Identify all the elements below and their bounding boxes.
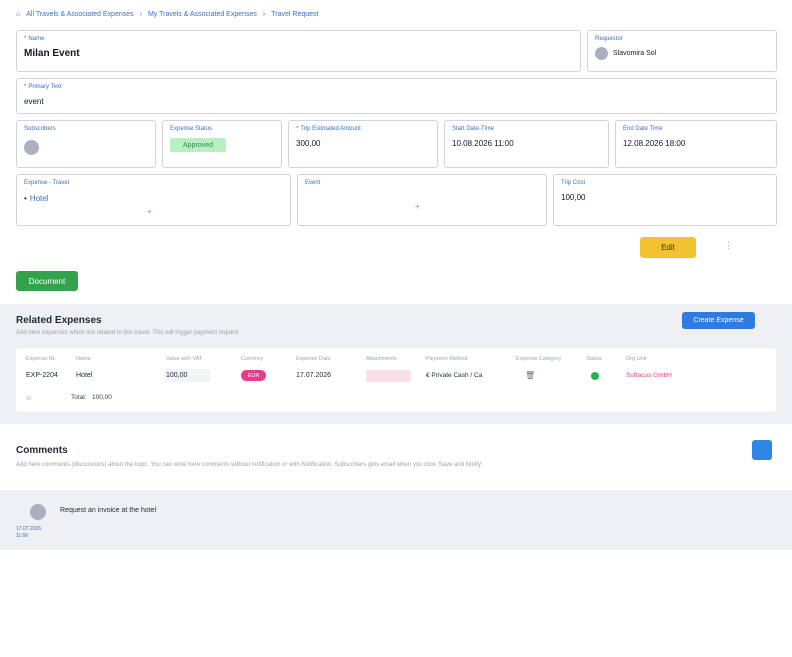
cell-expense-date: 17.07.2026 <box>296 372 332 379</box>
trip-cost-value: 100,00 <box>561 193 586 202</box>
requestor-label: Requestor <box>595 36 623 42</box>
home-icon[interactable]: ⌂ <box>16 11 20 18</box>
comment-time: 11:06 <box>16 533 29 539</box>
related-expenses-subtitle: Add here expenses which are related to t… <box>16 330 239 336</box>
cell-payment-method: € Private Cash / Ca <box>426 372 483 379</box>
total-label: Total: <box>71 394 87 401</box>
column-header-name[interactable]: Name <box>76 356 91 362</box>
name-label: * Name <box>24 36 45 42</box>
end-date-value: 12.08.2026 18:00 <box>623 139 686 148</box>
sum-icon: ⊙ <box>26 395 32 402</box>
comments-subtitle: Add here comments (discussions) about th… <box>16 462 483 468</box>
more-options-icon[interactable]: ⋮ <box>724 240 733 251</box>
breadcrumb-separator: › <box>139 11 142 18</box>
column-header-status[interactable]: Status <box>586 356 602 362</box>
avatar <box>595 47 608 60</box>
create-expense-button[interactable]: Create Expense <box>682 312 755 329</box>
expense-travel-field[interactable]: Expense - Travel • Hotel + <box>16 174 291 226</box>
name-value: Milan Event <box>24 48 80 59</box>
cell-value[interactable]: 100,00 <box>164 369 210 382</box>
add-event-button[interactable]: + <box>415 202 420 211</box>
subscribers-label: Subscribers <box>24 126 56 132</box>
breadcrumb: ⌂ All Travels & Associated Expenses › My… <box>16 11 318 18</box>
document-button[interactable]: Document <box>16 271 78 291</box>
subscriber-avatar <box>24 140 39 155</box>
end-date-label: End Date Time <box>623 126 663 132</box>
edit-button[interactable]: Edit <box>640 237 696 258</box>
cell-org-unit[interactable]: Softacus GmbH <box>626 372 672 379</box>
trip-cost-label: Trip Cost <box>561 180 586 186</box>
primary-text-field[interactable]: * Primary Text event <box>16 78 777 114</box>
expense-travel-label: Expense - Travel <box>24 180 70 186</box>
column-header-expense-date[interactable]: Expense Date <box>296 356 331 362</box>
event-label: Event <box>305 180 321 186</box>
currency-badge: EUR <box>241 370 266 381</box>
breadcrumb-item-travel-request[interactable]: Travel Request <box>271 11 318 18</box>
column-header-payment-method[interactable]: Payment Method <box>426 356 468 362</box>
primary-text-label: * Primary Text <box>24 84 62 90</box>
attachments-cell[interactable] <box>366 370 411 382</box>
subscribers-field[interactable]: Subscribers <box>16 120 156 168</box>
comments-list <box>0 490 792 550</box>
expense-status-label: Expense Status <box>170 126 213 132</box>
add-expense-travel-button[interactable]: + <box>147 207 152 216</box>
comment-date: 17.07.2026 <box>16 526 42 532</box>
column-header-expense-nr[interactable]: Expense Nr. <box>26 356 56 362</box>
cell-name: Hotel <box>76 372 93 379</box>
avatar <box>30 504 46 520</box>
status-badge: Approved <box>170 138 226 152</box>
trip-cost-field[interactable]: Trip Cost 100,00 <box>553 174 777 226</box>
breadcrumb-item-my-travels[interactable]: My Travels & Associated Expenses <box>148 11 257 18</box>
column-header-org-unit[interactable]: Org Unit <box>626 356 646 362</box>
add-comment-button[interactable] <box>752 440 772 460</box>
expense-travel-item[interactable]: • Hotel <box>24 194 49 203</box>
start-date-label: Start Date-Time <box>452 126 495 132</box>
comments-title: Comments <box>16 445 68 456</box>
primary-text-value: event <box>24 97 44 106</box>
expenses-table: Expense Nr. Name Value with VAT Currency… <box>16 348 776 412</box>
event-field[interactable]: Event + <box>297 174 547 226</box>
end-date-field[interactable]: End Date Time 12.08.2026 18:00 <box>615 120 777 168</box>
column-header-attachments[interactable]: Attachments <box>366 356 397 362</box>
column-header-expense-category[interactable]: Expense Category <box>516 356 561 362</box>
requestor-field[interactable]: Requestor Slavomira Sol <box>587 30 777 72</box>
trip-estimated-amount-value: 300,00 <box>296 139 321 148</box>
start-date-field[interactable]: Start Date-Time 10.08.2026 11:00 <box>444 120 609 168</box>
trip-estimated-amount-label: * Trip Estimated Amount <box>296 126 361 132</box>
trip-estimated-amount-field[interactable]: * Trip Estimated Amount 300,00 <box>288 120 438 168</box>
column-header-value[interactable]: Value with VAT <box>166 356 202 362</box>
expense-status-field[interactable]: Expense Status Approved <box>162 120 282 168</box>
cell-expense-nr[interactable]: EXP-2204 <box>26 372 58 379</box>
requestor-value: Slavomira Sol <box>613 50 657 57</box>
trash-icon[interactable]: 🗑 <box>525 371 535 380</box>
breadcrumb-item-all-travels[interactable]: All Travels & Associated Expenses <box>26 11 133 18</box>
comment-text: Request an invoice at the hotel <box>60 507 157 514</box>
related-expenses-title: Related Expenses <box>16 315 102 326</box>
status-indicator <box>591 372 599 380</box>
total-value: 100,00 <box>92 394 112 401</box>
breadcrumb-separator: › <box>262 11 266 18</box>
column-header-currency[interactable]: Currency <box>241 356 263 362</box>
name-field[interactable]: * Name Milan Event <box>16 30 581 72</box>
start-date-value: 10.08.2026 11:00 <box>452 139 514 148</box>
